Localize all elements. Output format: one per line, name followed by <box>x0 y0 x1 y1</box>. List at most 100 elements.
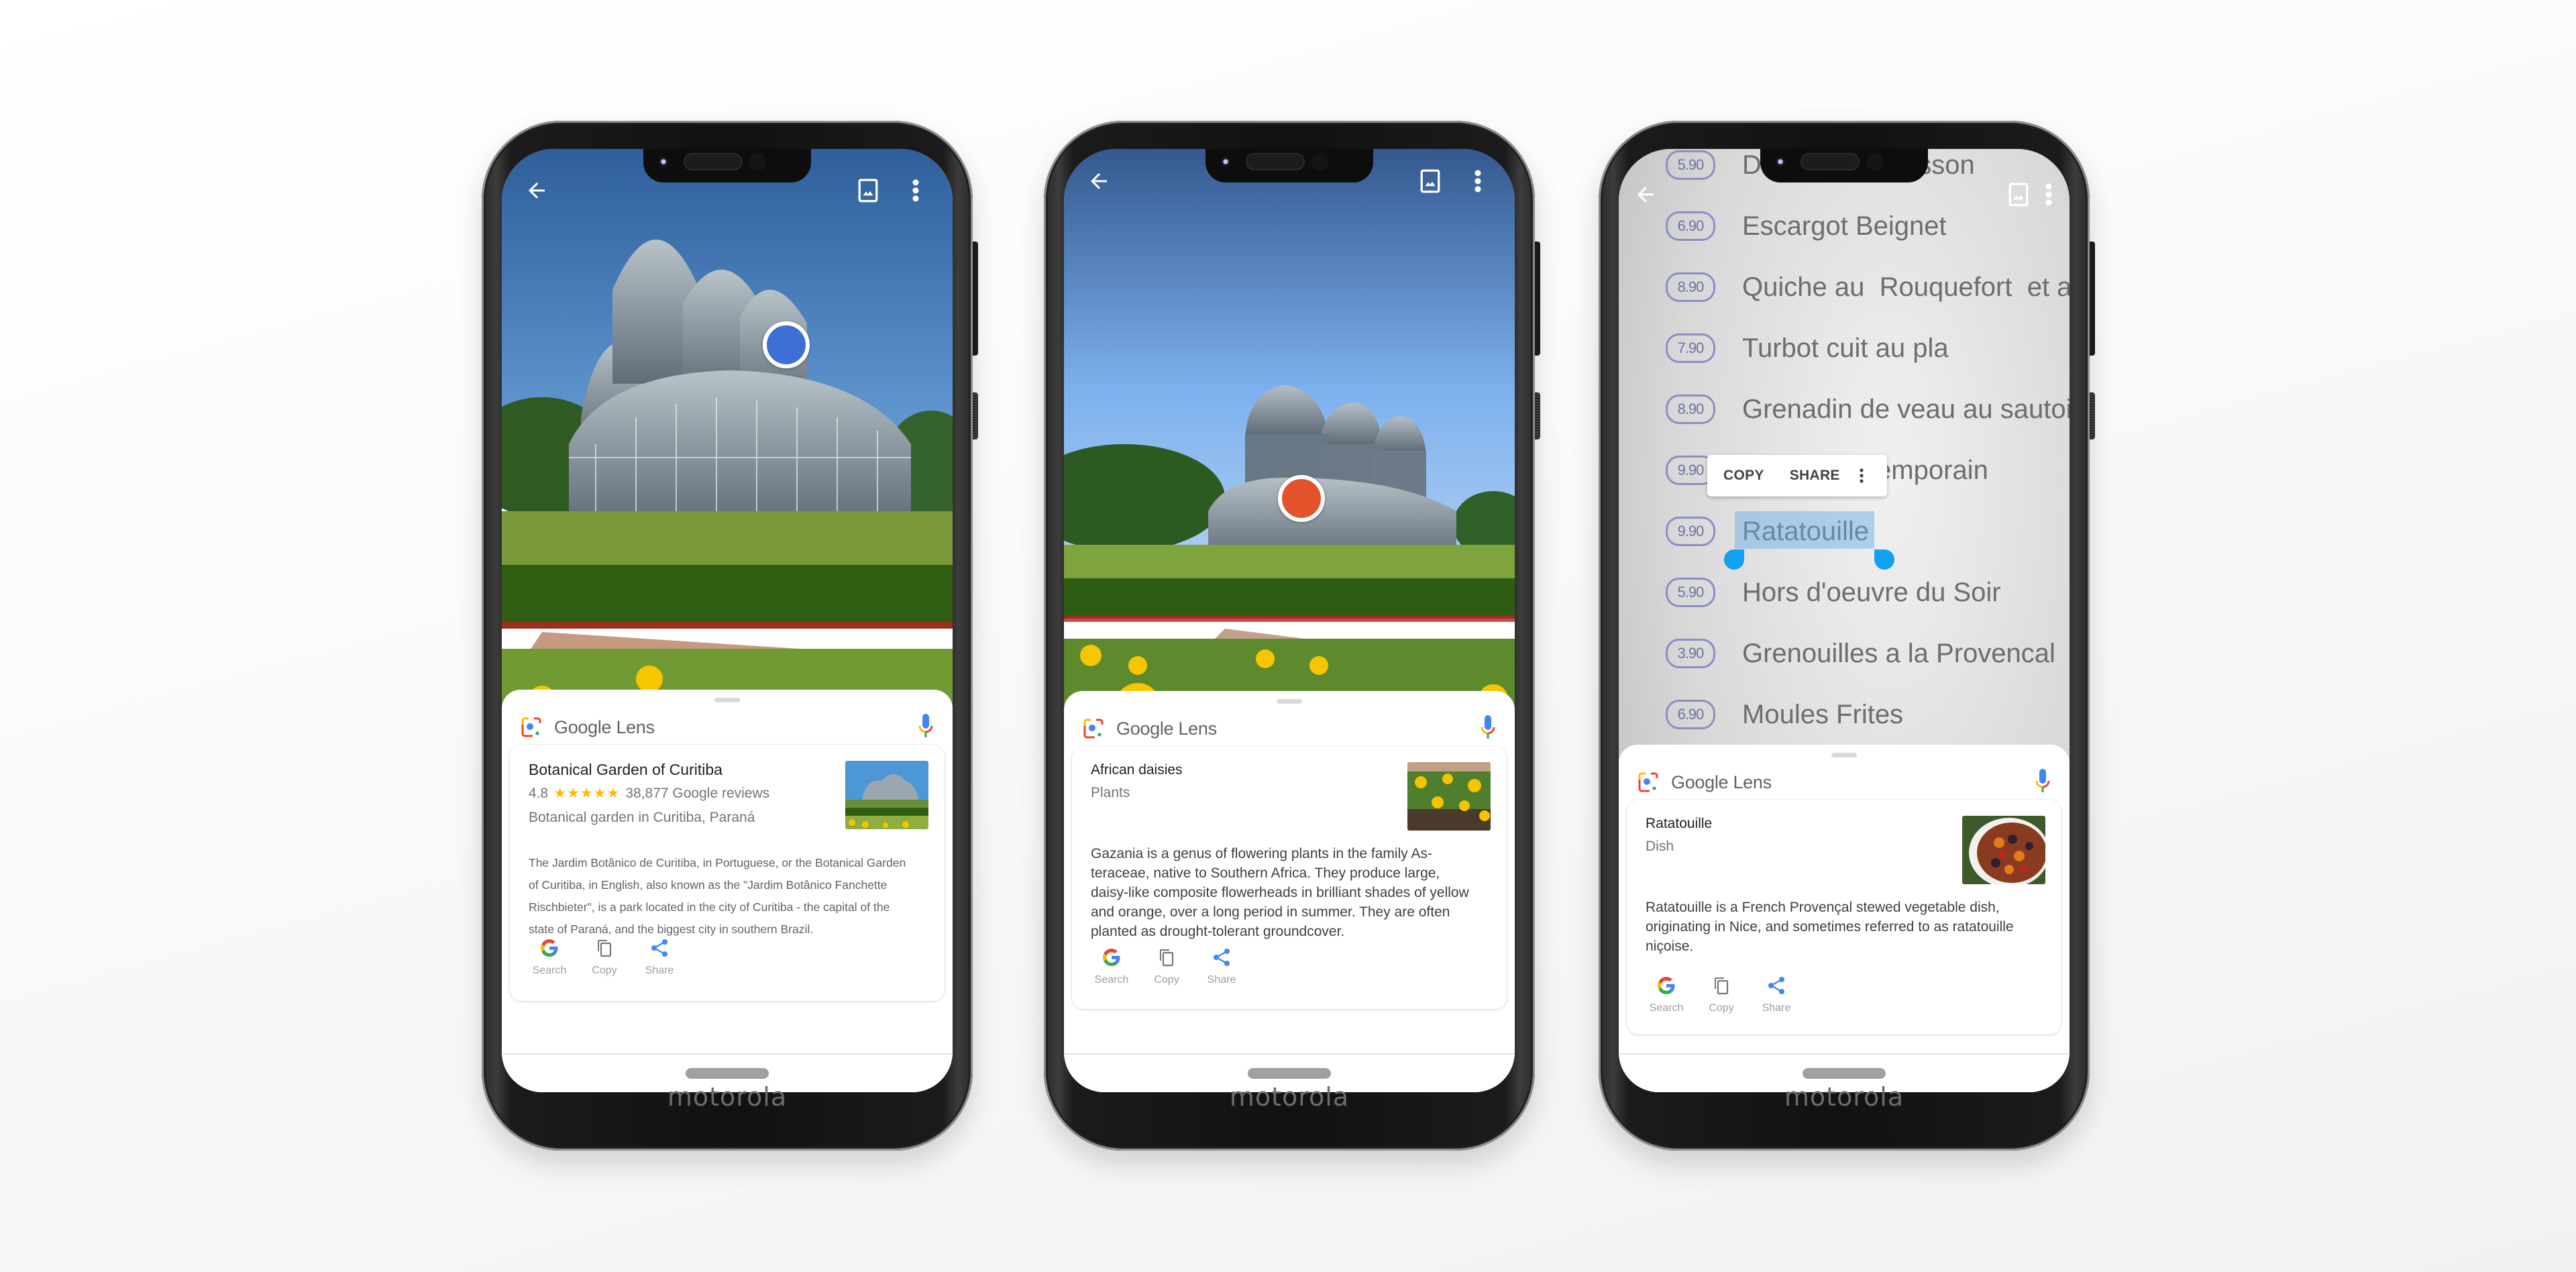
share-button[interactable]: Share <box>635 938 684 977</box>
result-title: Botanical Garden of Curitiba <box>529 761 722 778</box>
menu-price: 9.90 <box>1666 517 1715 546</box>
copy-button[interactable]: Copy <box>1697 975 1746 1014</box>
search-button[interactable]: Search <box>1087 947 1136 986</box>
mic-icon[interactable] <box>918 712 934 739</box>
menu-line[interactable]: 6.90 Moules Frites <box>1666 694 1903 735</box>
arrow-back-icon[interactable] <box>1087 169 1111 193</box>
lens-header: Google Lens <box>1638 769 1772 796</box>
power-button <box>1535 392 1540 439</box>
review-count[interactable]: 38,877 Google reviews <box>625 786 769 801</box>
focus-point-dot[interactable] <box>763 321 810 368</box>
star-rating-icon: ★★★★★ <box>553 786 621 801</box>
result-title: African daisies <box>1091 762 1183 778</box>
menu-dish[interactable]: Grenouilles a la Provencal <box>1742 639 2055 669</box>
arrow-back-icon[interactable] <box>1633 182 1658 207</box>
gallery-icon[interactable] <box>2008 182 2029 207</box>
result-thumbnail[interactable] <box>1962 816 2045 884</box>
google-lens-logo-icon <box>1083 718 1104 739</box>
focus-point-dot[interactable] <box>1278 475 1325 522</box>
menu-line[interactable]: 6.90 Escargot Beignet <box>1666 206 1947 246</box>
result-actions: Search Copy Share <box>1642 975 1801 1014</box>
copy-icon <box>594 938 614 958</box>
copy-text-button[interactable]: COPY <box>1723 468 1764 484</box>
result-title: Ratatouille <box>1646 816 1713 831</box>
sheet-drag-handle[interactable] <box>1831 753 1857 757</box>
result-description: Ratatouille is a French Provençal stewed… <box>1646 900 2014 954</box>
app-title: Google Lens <box>554 717 655 737</box>
result-actions: Search Copy Share <box>1087 947 1246 986</box>
result-card[interactable]: Ratatouille Dish Ratatouille is a French… <box>1627 800 2061 1035</box>
lens-header: Google Lens <box>521 714 655 741</box>
menu-line[interactable]: 8.90 Quiche au Rouquefort et a <box>1666 267 2070 307</box>
result-thumbnail[interactable] <box>845 761 928 829</box>
copy-button[interactable]: Copy <box>580 938 629 977</box>
menu-line[interactable]: 8.90 Grenadin de veau au sautoi <box>1666 389 2070 429</box>
google-lens-logo-icon <box>521 717 542 738</box>
volume-button <box>1535 242 1540 356</box>
mic-icon[interactable] <box>2035 767 2051 794</box>
google-g-icon <box>539 938 559 958</box>
menu-price: 3.90 <box>1666 639 1715 668</box>
menu-dish[interactable]: Quiche au Rouquefort et a <box>1742 272 2070 303</box>
result-subtitle: Dish <box>1646 839 1674 854</box>
share-button[interactable]: Share <box>1752 975 1801 1014</box>
home-pill[interactable] <box>1803 1068 1886 1079</box>
volume-button <box>973 242 978 356</box>
menu-dish[interactable]: Turbot cuit au pla <box>1742 333 1949 364</box>
arrow-back-icon[interactable] <box>525 178 549 203</box>
text-selection-highlight[interactable] <box>1735 511 1874 549</box>
menu-price: 8.90 <box>1666 272 1715 302</box>
result-card[interactable]: African daisies Plants Gazania is a genu… <box>1072 746 1507 1009</box>
menu-dish[interactable]: Hors d'oeuvre du Soir <box>1742 578 2001 608</box>
app-title: Google Lens <box>1116 718 1217 739</box>
result-description: Gazania is a genus of flowering plants i… <box>1091 846 1469 939</box>
google-g-icon <box>1102 947 1122 967</box>
selection-start-handle[interactable] <box>1724 549 1744 570</box>
share-icon <box>1766 975 1786 996</box>
text-selection-toolbar: COPY SHARE <box>1707 455 1887 496</box>
gallery-icon[interactable] <box>857 178 879 203</box>
menu-price: 8.90 <box>1666 394 1715 424</box>
app-title: Google Lens <box>1671 772 1772 792</box>
copy-button[interactable]: Copy <box>1142 947 1191 986</box>
menu-price: 6.90 <box>1666 211 1715 241</box>
home-pill[interactable] <box>686 1068 769 1079</box>
phone-1: Google Lens Botanical Garden of Curitiba… <box>482 121 978 1151</box>
gallery-icon[interactable] <box>1419 169 1441 193</box>
search-button[interactable]: Search <box>1642 975 1691 1014</box>
more-vert-icon[interactable] <box>1473 169 1483 193</box>
google-lens-logo-icon <box>1638 772 1659 793</box>
menu-line[interactable]: 3.90 Grenouilles a la Provencal <box>1666 633 2055 674</box>
result-thumbnail[interactable] <box>1407 762 1491 831</box>
motorola-logo: motorola <box>667 1082 788 1112</box>
power-button <box>2090 392 2095 439</box>
more-vert-icon[interactable] <box>1859 468 1864 484</box>
more-vert-icon[interactable] <box>911 178 920 203</box>
share-icon <box>1212 947 1232 967</box>
top-bar <box>502 149 953 209</box>
selection-end-handle[interactable] <box>1874 549 1894 570</box>
share-button[interactable]: Share <box>1197 947 1246 986</box>
share-icon <box>649 938 669 958</box>
phone-2-screen: Google Lens African daisies Plants Gazan… <box>1064 149 1515 1092</box>
rating-value: 4.8 <box>529 786 549 801</box>
menu-price: 7.90 <box>1666 333 1715 363</box>
volume-button <box>2090 242 2095 356</box>
copy-icon <box>1157 947 1177 967</box>
share-text-button[interactable]: SHARE <box>1790 468 1840 484</box>
lens-results-sheet: Google Lens Ratatouille Dish Ratatouille… <box>1619 745 2070 1092</box>
mic-icon[interactable] <box>1480 714 1496 741</box>
menu-dish[interactable]: Escargot Beignet <box>1742 211 1947 242</box>
menu-line[interactable]: 7.90 Turbot cuit au pla <box>1666 328 1949 368</box>
menu-dish[interactable]: Moules Frites <box>1742 700 1903 730</box>
sheet-drag-handle[interactable] <box>714 698 740 702</box>
lens-header: Google Lens <box>1083 715 1217 742</box>
menu-dish[interactable]: Grenadin de veau au sautoi <box>1742 394 2070 425</box>
home-pill[interactable] <box>1248 1068 1331 1079</box>
lens-results-sheet: Google Lens Botanical Garden of Curitiba… <box>502 690 953 1092</box>
menu-line[interactable]: 5.90 Hors d'oeuvre du Soir <box>1666 572 2001 613</box>
sheet-drag-handle[interactable] <box>1277 699 1302 704</box>
search-button[interactable]: Search <box>525 938 574 977</box>
result-card[interactable]: Botanical Garden of Curitiba 4.8 ★★★★★ 38,… <box>510 745 945 1001</box>
more-vert-icon[interactable] <box>2044 182 2053 207</box>
